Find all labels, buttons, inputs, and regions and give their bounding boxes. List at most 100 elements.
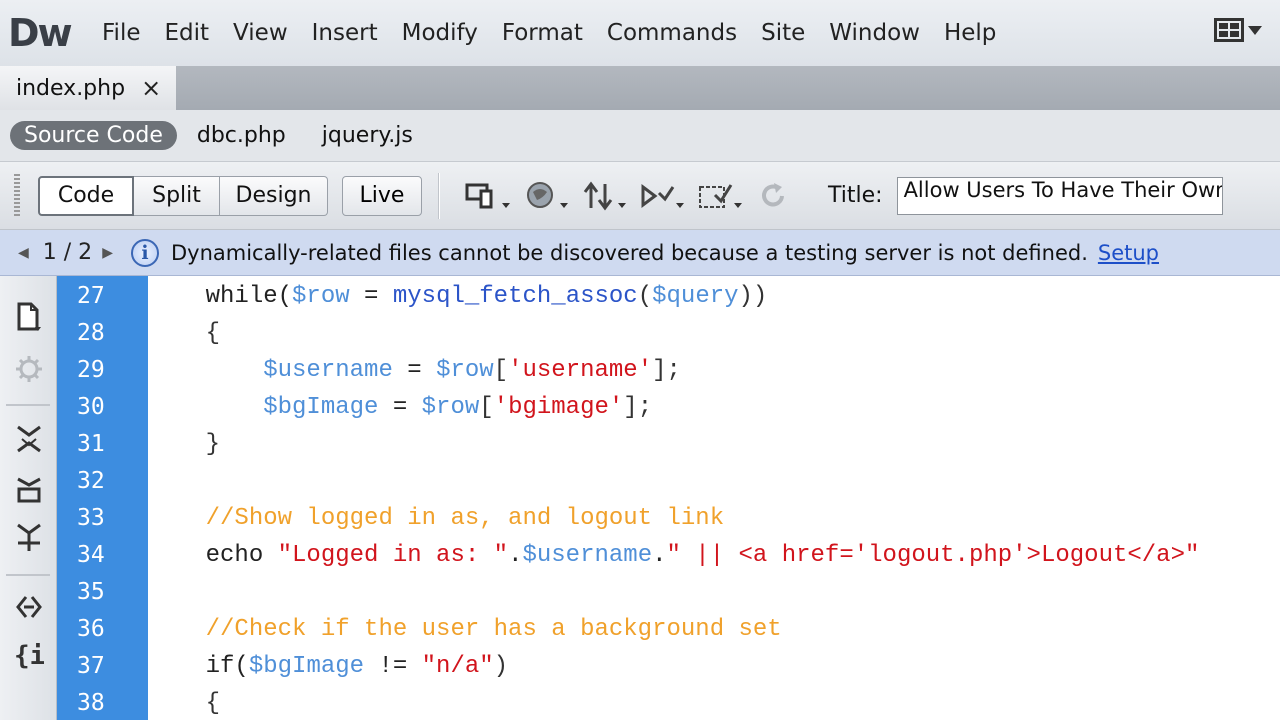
code-token: { (148, 320, 221, 347)
menu-edit[interactable]: Edit (165, 20, 210, 46)
multiscreen-icon[interactable] (454, 176, 512, 216)
code-token: $username (522, 542, 653, 569)
expand-all-icon[interactable] (10, 520, 48, 554)
line-number: 37 (77, 653, 105, 679)
related-files-bar: Source Code dbc.php jquery.js (0, 110, 1280, 162)
dreamweaver-logo: Dw (8, 11, 73, 55)
related-file-dbc-php[interactable]: dbc.php (197, 123, 286, 148)
menu-modify[interactable]: Modify (402, 20, 478, 46)
line-number: 34 (77, 542, 105, 568)
coding-toolbar-separator (6, 574, 50, 576)
line-number: 35 (77, 579, 105, 605)
line-number: 33 (77, 505, 105, 531)
open-documents-icon[interactable] (10, 300, 48, 334)
code-token: )) (738, 283, 768, 310)
menu-window[interactable]: Window (829, 20, 920, 46)
code-token: echo (148, 542, 278, 569)
code-token: $bgImage (248, 653, 365, 680)
document-toolbar: Code Split Design Live Title: Allow User… (0, 162, 1280, 230)
info-bar: ◀ 1 / 2 ▶ i Dynamically-related files ca… (0, 230, 1280, 276)
code-token: = (378, 394, 422, 421)
code-line[interactable]: while($row = mysql_fetch_assoc($query)) (148, 278, 768, 315)
title-label: Title: (828, 183, 883, 208)
code-token: { (148, 690, 221, 717)
menu-bar: Dw File Edit View Insert Modify Format C… (0, 0, 1280, 66)
menu-site[interactable]: Site (761, 20, 805, 46)
code-token: $row (292, 283, 350, 310)
file-management-icon[interactable] (570, 176, 628, 216)
close-tab-icon[interactable]: × (141, 74, 161, 102)
previous-message-icon[interactable]: ◀ (18, 245, 29, 261)
coding-toolbar-separator (6, 404, 50, 406)
select-parent-tag-icon[interactable] (10, 590, 48, 624)
code-line[interactable]: { (148, 685, 220, 720)
related-file-jquery-js[interactable]: jquery.js (322, 123, 413, 148)
menu-help[interactable]: Help (944, 20, 996, 46)
code-token: ]; (623, 394, 653, 421)
document-tab-bar: index.php × (0, 66, 1280, 110)
menu-file[interactable]: File (102, 20, 141, 46)
document-tab-label: index.php (16, 75, 126, 101)
line-number: 30 (77, 394, 105, 420)
code-line[interactable]: $bgImage = $row['bgimage']; (148, 389, 652, 426)
code-token: } (148, 431, 221, 458)
preview-in-browser-icon[interactable] (512, 176, 570, 216)
toolbar-separator (438, 172, 440, 219)
code-token: [ (479, 394, 494, 421)
live-view-button[interactable]: Live (342, 175, 422, 216)
line-number-gutter[interactable]: 27 28 29 30 31 32 33 34 35 36 37 38 (57, 276, 148, 720)
info-message: Dynamically-related files cannot be disc… (170, 240, 1088, 265)
split-view-button[interactable]: Split (134, 175, 220, 216)
setup-link[interactable]: Setup (1098, 241, 1159, 265)
menu-insert[interactable]: Insert (312, 20, 378, 46)
collapse-full-tag-icon[interactable] (10, 422, 48, 456)
code-token: //Show logged in as, and logout link (148, 505, 725, 532)
code-line[interactable]: $username = $row['username']; (148, 352, 681, 389)
next-message-icon[interactable]: ▶ (102, 245, 113, 261)
code-line[interactable]: //Check if the user has a background set (148, 611, 782, 648)
code-token: = (392, 357, 437, 384)
code-token: " || <a href='logout.php'>Logout</a>" (666, 542, 1200, 569)
code-line[interactable]: if($bgImage != "n/a") (148, 648, 508, 685)
workspace-switcher-icon[interactable] (1214, 18, 1262, 42)
visual-aids-icon[interactable] (686, 176, 744, 216)
toolbar-grip[interactable] (14, 173, 20, 218)
code-token: ( (637, 283, 653, 310)
code-line[interactable]: { (148, 315, 220, 352)
design-view-button[interactable]: Design (220, 175, 328, 216)
code-token: while( (148, 283, 293, 310)
code-editor[interactable]: while($row = mysql_fetch_assoc($query)) … (148, 276, 1280, 720)
code-token: 'username' (508, 357, 653, 384)
code-token: $row (436, 357, 494, 384)
code-token: != (364, 653, 422, 680)
code-token: $query (652, 283, 739, 310)
related-file-source-code[interactable]: Source Code (10, 121, 177, 150)
coding-toolbar: {i} (0, 276, 57, 720)
w3c-validation-icon[interactable] (628, 176, 686, 216)
code-token: . (652, 542, 667, 569)
code-view-button[interactable]: Code (38, 175, 134, 216)
code-token: mysql_fetch_assoc (392, 283, 638, 310)
line-number: 29 (77, 357, 105, 383)
info-icon: i (130, 238, 159, 267)
code-line[interactable]: //Show logged in as, and logout link (148, 500, 724, 537)
document-tab-index-php[interactable]: index.php × (0, 66, 176, 110)
line-number: 36 (77, 616, 105, 642)
line-number: 31 (77, 431, 105, 457)
code-token: $username (148, 357, 393, 384)
menu-view[interactable]: View (233, 20, 288, 46)
collapse-selection-icon[interactable] (10, 472, 48, 506)
svg-text:{i}: {i} (14, 641, 44, 671)
code-line[interactable]: } (148, 426, 220, 463)
code-token: $bgImage (148, 394, 379, 421)
menu-commands[interactable]: Commands (607, 20, 737, 46)
code-token: . (508, 542, 523, 569)
code-line[interactable]: echo "Logged in as: ".$username." || <a … (148, 537, 1200, 574)
line-number: 27 (77, 283, 105, 309)
code-token: "n/a" (421, 653, 494, 680)
document-title-input[interactable]: Allow Users To Have Their Own (896, 176, 1223, 215)
balance-braces-icon[interactable]: {i} (10, 638, 48, 672)
code-token: 'bgimage' (493, 394, 624, 421)
code-token: if( (148, 653, 249, 680)
menu-format[interactable]: Format (502, 20, 583, 46)
